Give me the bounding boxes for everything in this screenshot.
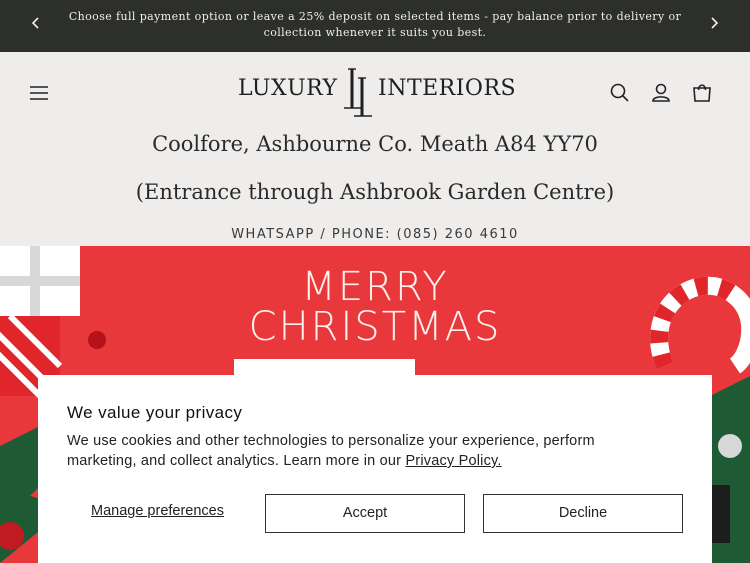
cookie-consent-dialog: We value your privacy We use cookies and…: [38, 375, 712, 563]
address-line-2: (Entrance through Ashbrook Garden Centre…: [135, 180, 615, 204]
manage-preferences-link[interactable]: Manage preferences: [91, 503, 224, 519]
accept-button[interactable]: Accept: [265, 494, 465, 533]
chevron-right-icon[interactable]: [704, 16, 724, 36]
cookie-body-text: We use cookies and other technologies to…: [67, 433, 595, 469]
hamburger-menu-icon[interactable]: [26, 82, 52, 104]
search-icon[interactable]: [607, 80, 633, 106]
logo-monogram-icon: [344, 68, 372, 117]
cookie-title: We value your privacy: [67, 403, 243, 422]
banner-heading-line2: CHRISTMAS: [248, 304, 502, 350]
phone-contact[interactable]: WHATSAPP / PHONE: (085) 260 4610: [0, 227, 750, 242]
decline-button[interactable]: Decline: [483, 494, 683, 533]
cookie-message: We use cookies and other technologies to…: [67, 431, 657, 471]
logo-text-right: INTERIORS: [378, 76, 517, 101]
cart-icon[interactable]: [689, 80, 715, 106]
announcement-text: Choose full payment option or leave a 25…: [68, 10, 682, 39]
site-header: LUXURY INTERIORS Coolfore, Ashbourne Co.…: [0, 52, 750, 246]
chevron-left-icon[interactable]: [26, 16, 46, 36]
account-icon[interactable]: [648, 80, 674, 106]
privacy-policy-link[interactable]: Privacy Policy.: [405, 453, 501, 469]
address-line-1: Coolfore, Ashbourne Co. Meath A84 YY70: [152, 132, 598, 156]
announcement-bar: Choose full payment option or leave a 25…: [0, 0, 750, 52]
logo-text-left: LUXURY: [238, 76, 338, 101]
site-logo[interactable]: LUXURY INTERIORS: [232, 66, 518, 120]
